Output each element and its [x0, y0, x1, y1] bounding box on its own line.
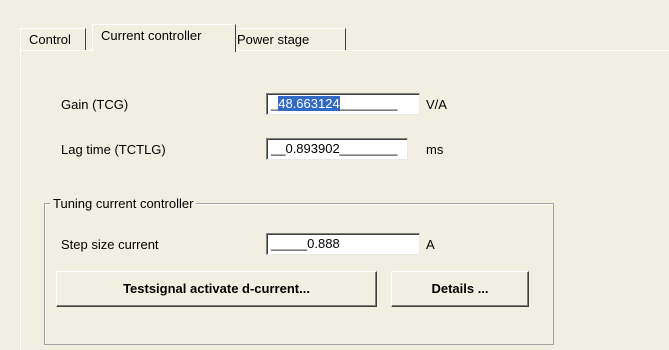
- lag-time-label: Lag time (TCTLG): [61, 142, 166, 157]
- gain-field[interactable]: _48.663124________: [266, 93, 420, 115]
- tab-power-stage[interactable]: Power stage: [228, 28, 346, 50]
- tuning-group-title: Tuning current controller: [50, 196, 197, 211]
- gain-value-selected: 48.663124: [278, 96, 340, 111]
- step-size-unit: A: [426, 237, 435, 252]
- step-size-field[interactable]: _____0.888: [266, 233, 420, 255]
- gain-unit: V/A: [426, 97, 447, 112]
- tab-current-controller[interactable]: Current controller: [92, 24, 236, 52]
- details-button[interactable]: Details ...: [391, 271, 529, 307]
- lag-time-field[interactable]: __0.893902________: [266, 138, 408, 160]
- lag-time-unit: ms: [426, 142, 444, 157]
- step-size-label: Step size current: [61, 237, 159, 252]
- testsignal-button[interactable]: Testsignal activate d-current...: [56, 271, 377, 307]
- gain-value-suffix: ________: [339, 96, 398, 111]
- gain-label: Gain (TCG): [61, 97, 129, 112]
- tab-control[interactable]: Control: [20, 28, 86, 50]
